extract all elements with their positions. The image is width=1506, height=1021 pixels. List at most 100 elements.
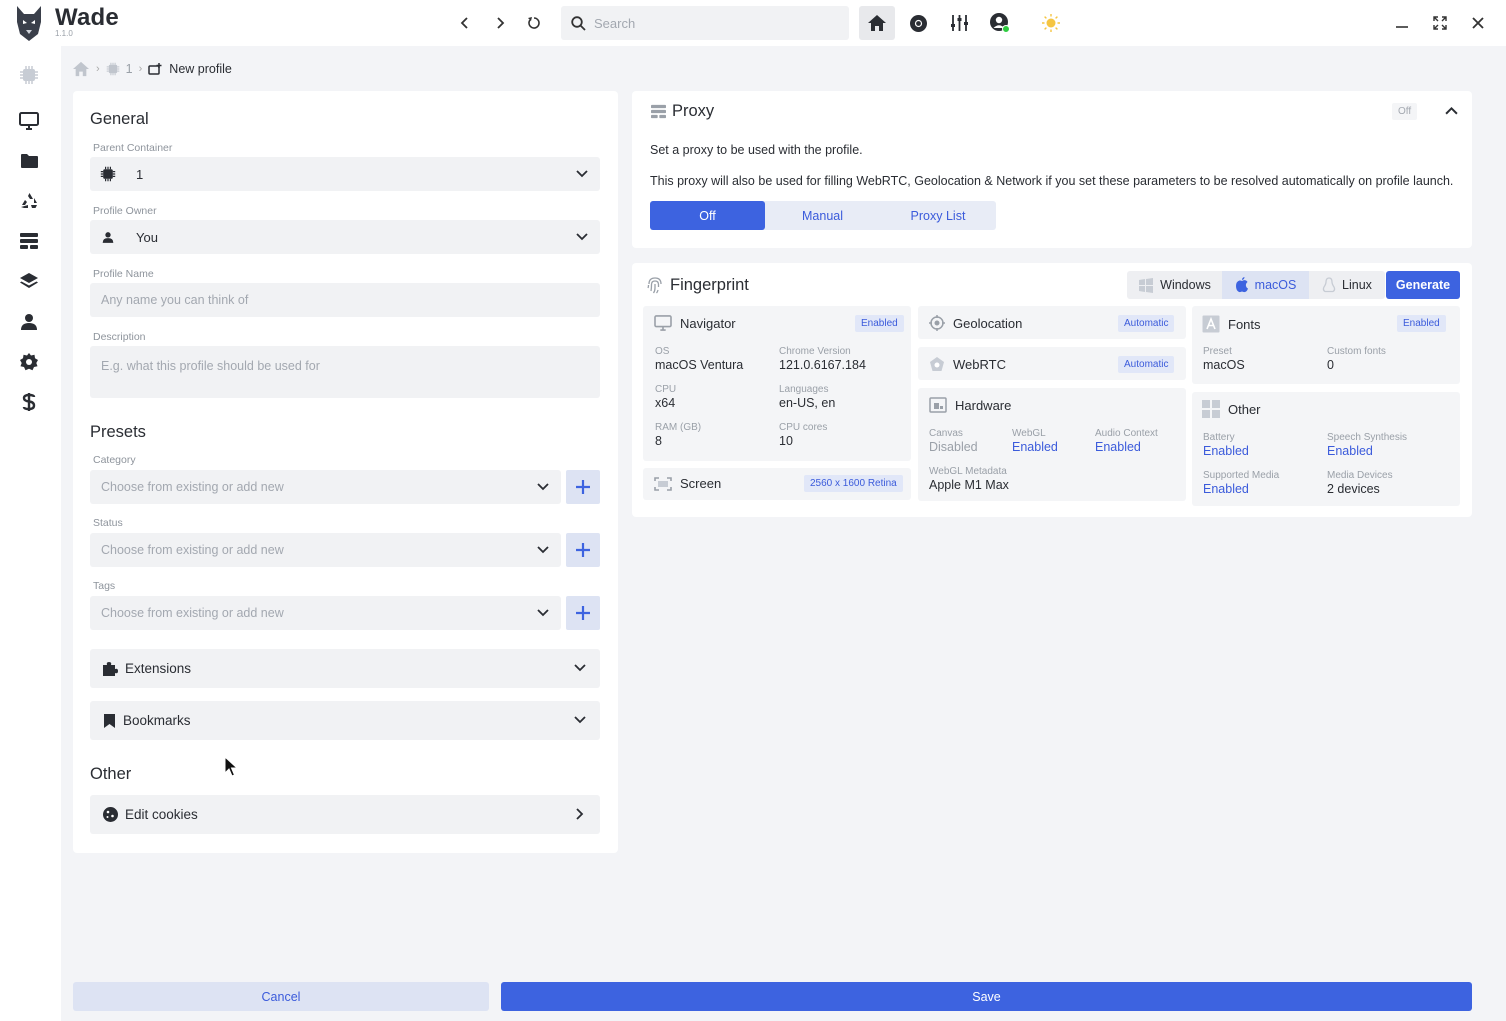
navigator-card[interactable]: Navigator Enabled OS macOS Ventura Chrome… <box>643 306 911 461</box>
save-button[interactable]: Save <box>501 982 1472 1011</box>
breadcrumb-separator: › <box>138 63 143 75</box>
browser-button[interactable] <box>903 8 933 38</box>
sidebar-item-recycle[interactable] <box>14 186 44 216</box>
sidebar-item-layers[interactable] <box>14 266 44 296</box>
profile-form-panel: General Parent Container 1 Profile Owner… <box>73 91 618 853</box>
profile-name-input[interactable]: Any name you can think of <box>90 283 600 317</box>
add-category-button[interactable] <box>566 470 600 504</box>
chip-icon <box>100 166 116 182</box>
extensions-section[interactable]: Extensions <box>90 649 600 688</box>
sidebar-item-team[interactable] <box>14 307 44 337</box>
hardware-card[interactable]: Hardware Canvas Disabled WebGL Enabled Aud… <box>918 388 1186 501</box>
reload-icon <box>528 17 540 29</box>
os-tab-macos[interactable]: macOS <box>1222 271 1309 299</box>
proxy-tab-proxy-list[interactable]: Proxy List <box>880 201 996 230</box>
fonts-title-text: Fonts <box>1228 316 1261 332</box>
os-tab-windows[interactable]: Windows <box>1127 271 1222 299</box>
screen-resolution-badge: 2560 x 1600 Retina <box>804 475 903 492</box>
user-icon <box>21 314 37 330</box>
app-version: 1.1.0 <box>55 29 73 38</box>
edit-cookies-label: Edit cookies <box>125 807 198 822</box>
server-icon <box>20 233 38 249</box>
reload-button[interactable] <box>519 8 549 38</box>
chevron-up-icon[interactable] <box>1445 106 1458 115</box>
title-bar: Wade 1.1.0 <box>0 0 1506 46</box>
search-input[interactable] <box>594 15 834 31</box>
chip-icon <box>106 62 119 76</box>
edit-cookies-button[interactable]: Edit cookies <box>90 795 600 834</box>
os-tab-macos-label: macOS <box>1254 278 1297 292</box>
description-textarea[interactable]: E.g. what this profile should be used fo… <box>90 346 600 398</box>
apple-icon <box>1235 277 1248 293</box>
sidebar-item-containers[interactable] <box>14 60 44 90</box>
add-status-button[interactable] <box>566 533 600 567</box>
close-icon <box>1472 17 1484 29</box>
forward-button[interactable] <box>485 8 515 38</box>
minimize-button[interactable] <box>1387 8 1417 38</box>
navigator-ram: RAM (GB) 8 <box>655 422 702 448</box>
search-box[interactable] <box>561 6 849 40</box>
os-tab-linux[interactable]: Linux <box>1309 271 1385 299</box>
status-select[interactable]: Choose from existing or add new <box>90 533 561 567</box>
back-button[interactable] <box>450 8 480 38</box>
sidebar-item-settings[interactable] <box>14 347 44 377</box>
geolocation-card[interactable]: Geolocation Automatic <box>918 306 1186 339</box>
breadcrumb-container[interactable]: 1 <box>126 62 133 76</box>
fonts-custom: Custom fonts 0 <box>1327 346 1386 372</box>
chevron-down-icon <box>574 664 586 672</box>
account-button[interactable] <box>985 8 1015 38</box>
chrome-icon <box>909 14 927 32</box>
other-speech-synthesis: Speech Synthesis Enabled <box>1327 432 1408 458</box>
chevron-down-icon <box>576 170 588 178</box>
webrtc-card[interactable]: WebRTC Automatic <box>918 347 1186 380</box>
other-fingerprint-card[interactable]: Other Battery Enabled Speech Synthesis Ena… <box>1192 392 1460 506</box>
theme-toggle-button[interactable] <box>1036 8 1066 38</box>
breadcrumb-current: New profile <box>169 62 232 76</box>
server-icon <box>651 104 666 119</box>
webrtc-icon <box>930 357 944 371</box>
tags-select[interactable]: Choose from existing or add new <box>90 596 561 630</box>
webrtc-badge: Automatic <box>1118 356 1175 373</box>
screen-card[interactable]: Screen 2560 x 1600 Retina <box>643 468 911 500</box>
parent-container-value: 1 <box>136 166 144 182</box>
profile-owner-select[interactable]: You <box>90 220 600 254</box>
close-window-button[interactable] <box>1463 8 1493 38</box>
plus-icon <box>576 480 590 494</box>
hardware-title: Hardware <box>929 397 1011 413</box>
cancel-button[interactable]: Cancel <box>73 982 489 1011</box>
os-tab-windows-label: Windows <box>1160 278 1211 292</box>
category-placeholder: Choose from existing or add new <box>101 480 284 494</box>
extensions-label: Extensions <box>125 661 192 676</box>
navigator-badge: Enabled <box>855 315 904 332</box>
chip-icon <box>20 66 38 84</box>
font-icon <box>1202 315 1220 333</box>
screen-title: Screen <box>654 476 721 491</box>
fingerprint-panel: Fingerprint Windows macOS Linux Generate… <box>632 263 1472 517</box>
parent-container-select[interactable]: 1 <box>90 157 600 191</box>
bookmarks-section[interactable]: Bookmarks <box>90 701 600 740</box>
home-icon[interactable] <box>72 61 90 77</box>
webrtc-title: WebRTC <box>929 356 1006 372</box>
fingerprint-icon <box>647 277 662 294</box>
proxy-tab-off[interactable]: Off <box>650 201 765 230</box>
sidebar-item-folders[interactable] <box>14 146 44 176</box>
profile-name-placeholder: Any name you can think of <box>101 293 249 307</box>
maximize-button[interactable] <box>1425 8 1455 38</box>
home-button[interactable] <box>859 6 895 40</box>
sidebar-item-profiles[interactable] <box>14 106 44 136</box>
add-tags-button[interactable] <box>566 596 600 630</box>
sidebar-item-billing[interactable] <box>14 387 44 417</box>
proxy-tab-manual[interactable]: Manual <box>765 201 880 230</box>
category-select[interactable]: Choose from existing or add new <box>90 470 561 504</box>
description-label: Description <box>93 331 146 343</box>
fonts-card[interactable]: Fonts Enabled Preset macOS Custom fonts 0 <box>1192 306 1460 384</box>
dollar-icon <box>22 393 36 411</box>
sidebar-item-proxies[interactable] <box>14 226 44 256</box>
description-placeholder: E.g. what this profile should be used fo… <box>101 359 320 373</box>
puzzle-icon <box>103 661 118 676</box>
generate-button[interactable]: Generate <box>1386 271 1460 299</box>
navigator-title-text: Navigator <box>680 315 736 331</box>
proxy-description-detail: This proxy will also be used for filling… <box>650 174 1454 188</box>
maximize-icon <box>1433 16 1447 30</box>
settings-sliders-button[interactable] <box>944 8 974 38</box>
